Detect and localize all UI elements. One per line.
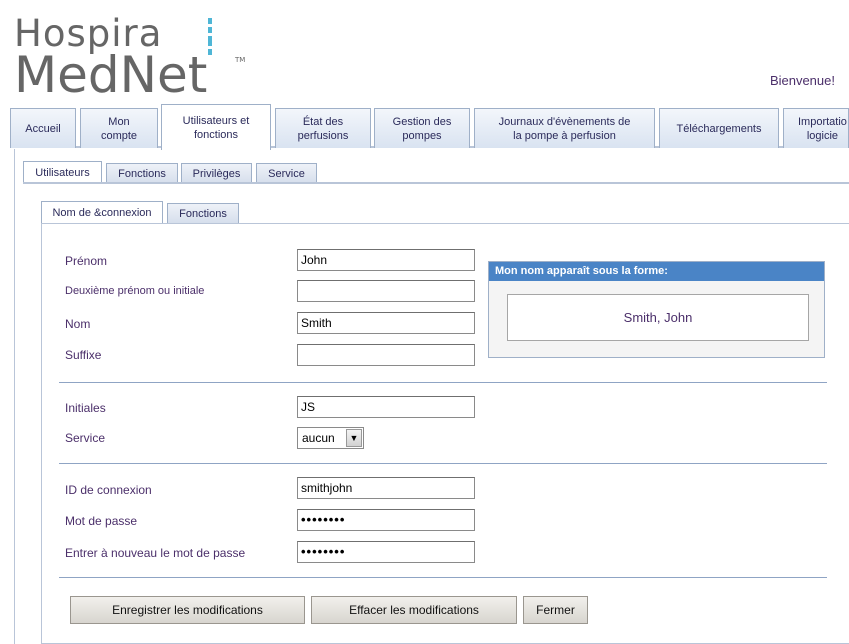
section-divider <box>59 577 827 578</box>
logo-line2: MedNet <box>14 46 208 104</box>
tab-label: Accueil <box>25 122 61 135</box>
login-id-label: ID de connexion <box>65 483 152 497</box>
innertab-label: Fonctions <box>179 207 227 220</box>
subtab-label: Service <box>268 167 305 180</box>
subtab-label: Fonctions <box>118 167 166 180</box>
logo-mark-icon <box>208 18 212 58</box>
deuxieme-prenom-label: Deuxième prénom ou initiale <box>65 285 205 297</box>
tab-label: Importatio logicie <box>798 115 847 142</box>
display-name-header: Mon nom apparaît sous la forme: <box>489 262 824 281</box>
users-page: Utilisateurs Fonctions Privilèges Servic… <box>14 149 849 644</box>
suffixe-label: Suffixe <box>65 348 102 362</box>
deuxieme-prenom-field[interactable] <box>297 280 475 302</box>
display-name-value: Smith, John <box>507 294 809 341</box>
login-id-field[interactable]: smithjohn <box>297 477 475 499</box>
tab-label: Journaux d'évènements de la pompe à perf… <box>498 115 631 142</box>
nom-label: Nom <box>65 317 91 331</box>
tab-label: Utilisateurs et fonctions <box>182 114 250 141</box>
tab-gestion-pompes[interactable]: Gestion des pompes <box>374 108 470 148</box>
tab-mon-compte[interactable]: Mon compte <box>80 108 158 148</box>
subtab-privileges[interactable]: Privilèges <box>181 163 252 183</box>
tab-label: Téléchargements <box>676 122 762 135</box>
service-select-value: aucun <box>302 431 335 445</box>
save-button[interactable]: Enregistrer les modifications <box>70 596 305 624</box>
password-confirm-label: Entrer à nouveau le mot de passe <box>65 546 246 560</box>
subtab-utilisateurs[interactable]: Utilisateurs <box>23 161 102 183</box>
subtab-fonctions[interactable]: Fonctions <box>106 163 178 183</box>
chevron-down-icon[interactable]: ▼ <box>346 429 362 447</box>
initiales-label: Initiales <box>65 401 106 415</box>
tab-utilisateurs-fonctions[interactable]: Utilisateurs et fonctions <box>161 104 271 150</box>
subtab-label: Utilisateurs <box>35 166 90 179</box>
tab-etat-perfusions[interactable]: État des perfusions <box>275 108 371 148</box>
clear-button[interactable]: Effacer les modifications <box>311 596 517 624</box>
subtab-service[interactable]: Service <box>256 163 317 183</box>
nom-field[interactable]: Smith <box>297 312 475 334</box>
subtab-label: Privilèges <box>192 167 241 180</box>
main-tab-bar: Accueil Mon compte Utilisateurs et fonct… <box>10 104 849 150</box>
tab-label: Gestion des pompes <box>392 115 452 142</box>
innertab-fonctions[interactable]: Fonctions <box>167 203 239 223</box>
tab-label: État des perfusions <box>297 115 349 142</box>
section-divider <box>59 382 827 383</box>
tab-label: Mon compte <box>100 115 138 142</box>
tab-importation-logiciel[interactable]: Importatio logicie <box>783 108 849 148</box>
tab-accueil[interactable]: Accueil <box>10 108 76 148</box>
welcome-text: Bienvenue! <box>769 73 835 88</box>
password-confirm-field[interactable]: •••••••• <box>297 541 475 563</box>
service-select[interactable]: aucun ▼ <box>297 427 364 449</box>
prenom-label: Prénom <box>65 254 108 268</box>
tab-journaux-evenements[interactable]: Journaux d'évènements de la pompe à perf… <box>474 108 655 148</box>
logo-trademark: TM <box>235 56 246 64</box>
hospira-mednet-logo: Hospira MedNet TM <box>14 14 254 104</box>
user-form-panel: Prénom John Deuxième prénom ou initiale … <box>41 223 849 644</box>
tab-telechargements[interactable]: Téléchargements <box>659 108 779 148</box>
service-label: Service <box>65 431 106 445</box>
password-field[interactable]: •••••••• <box>297 509 475 531</box>
sub-tab-divider <box>23 182 849 184</box>
close-button[interactable]: Fermer <box>523 596 588 624</box>
prenom-field[interactable]: John <box>297 249 475 271</box>
initiales-field[interactable]: JS <box>297 396 475 418</box>
suffixe-field[interactable] <box>297 344 475 366</box>
section-divider <box>59 463 827 464</box>
password-label: Mot de passe <box>65 514 138 528</box>
innertab-nom-connexion[interactable]: Nom de &connexion <box>41 201 163 223</box>
innertab-label: Nom de &connexion <box>52 206 152 219</box>
display-name-box: Mon nom apparaît sous la forme: Smith, J… <box>488 261 825 358</box>
